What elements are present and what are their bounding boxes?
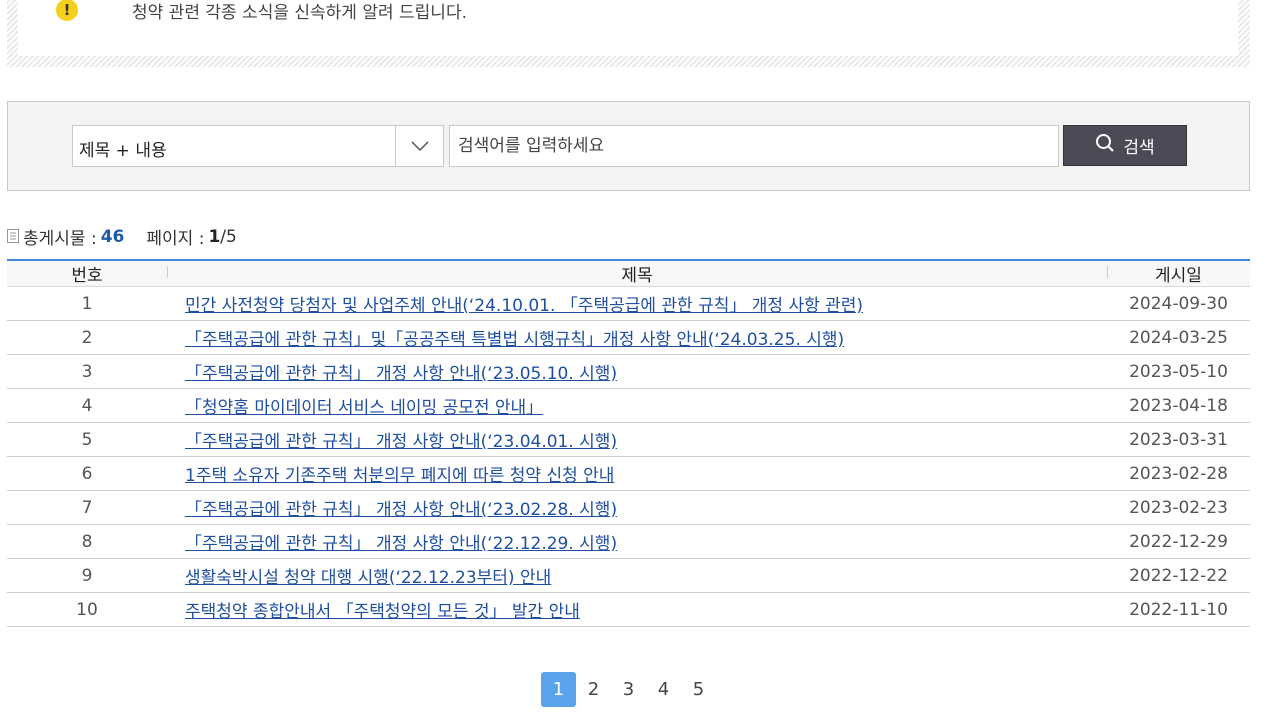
document-icon (7, 226, 23, 248)
table-row: 10 주택청약 종합안내서 「주택청약의 모든 것」 발간 안내 2022-11… (7, 592, 1250, 627)
row-title-link[interactable]: 1주택 소유자 기존주택 처분의무 폐지에 따른 청약 신청 안내 (185, 466, 614, 486)
notice-table: 번호 제목 게시일 1 민간 사전청약 당첨자 및 사업주체 안내(‘24.10… (7, 259, 1250, 627)
table-row: 9 생활숙박시설 청약 대행 시행(‘22.12.23부터) 안내 2022-1… (7, 558, 1250, 593)
row-title-link[interactable]: 생활숙박시설 청약 대행 시행(‘22.12.23부터) 안내 (185, 568, 551, 588)
row-title-link[interactable]: 민간 사전청약 당첨자 및 사업주체 안내(‘24.10.01. 「주택공급에 … (185, 296, 863, 316)
row-date: 2023-03-31 (1107, 422, 1250, 457)
row-num: 2 (7, 320, 167, 355)
row-date: 2023-04-18 (1107, 388, 1250, 423)
total-pages: /5 (220, 226, 237, 247)
row-title-link[interactable]: 「주택공급에 관한 규칙」 개정 사항 안내(‘23.04.01. 시행) (185, 432, 617, 452)
row-date: 2023-05-10 (1107, 354, 1250, 389)
row-num: 8 (7, 524, 167, 559)
row-date: 2023-02-28 (1107, 456, 1250, 491)
exclamation-icon: ! (56, 0, 78, 21)
notice-content: ! 청약 관련 각종 소식을 신속하게 알려 드립니다. (18, 0, 1238, 56)
page-link-1[interactable]: 1 (541, 672, 576, 707)
page-link-3[interactable]: 3 (611, 672, 646, 707)
table-row: 8 「주택공급에 관한 규칙」 개정 사항 안내(‘22.12.29. 시행) … (7, 524, 1250, 559)
page-link-4[interactable]: 4 (646, 672, 681, 707)
page-link-2[interactable]: 2 (576, 672, 611, 707)
row-date: 2023-02-23 (1107, 490, 1250, 525)
row-title-link[interactable]: 「주택공급에 관한 규칙」 개정 사항 안내(‘22.12.29. 시행) (185, 534, 617, 554)
table-row: 5 「주택공급에 관한 규칙」 개정 사항 안내(‘23.04.01. 시행) … (7, 422, 1250, 457)
table-row: 2 「주택공급에 관한 규칙」및「공공주택 특별법 시행규칙」개정 사항 안내(… (7, 320, 1250, 355)
row-title-link[interactable]: 「주택공급에 관한 규칙」 개정 사항 안내(‘23.02.28. 시행) (185, 500, 617, 520)
search-icon (1095, 133, 1115, 158)
row-title-link[interactable]: 「주택공급에 관한 규칙」 개정 사항 안내(‘23.05.10. 시행) (185, 364, 617, 384)
column-header-num: 번호 (7, 259, 167, 287)
chevron-down-icon[interactable] (395, 126, 443, 166)
row-date: 2022-12-22 (1107, 558, 1250, 593)
row-num: 9 (7, 558, 167, 593)
pagination: 1 2 3 4 5 (541, 672, 716, 707)
page-link-5[interactable]: 5 (681, 672, 716, 707)
row-date: 2022-12-29 (1107, 524, 1250, 559)
row-date: 2022-11-10 (1107, 592, 1250, 627)
row-num: 7 (7, 490, 167, 525)
search-input[interactable] (449, 125, 1059, 167)
column-header-date: 게시일 (1107, 259, 1250, 287)
total-label: 총게시물 : (23, 229, 97, 249)
row-num: 3 (7, 354, 167, 389)
table-header-row: 번호 제목 게시일 (7, 259, 1250, 287)
search-button[interactable]: 검색 (1063, 125, 1187, 166)
row-title-link[interactable]: 주택청약 종합안내서 「주택청약의 모든 것」 발간 안내 (185, 602, 580, 622)
column-header-title: 제목 (167, 259, 1107, 287)
row-date: 2024-03-25 (1107, 320, 1250, 355)
table-row: 7 「주택공급에 관한 규칙」 개정 사항 안내(‘23.02.28. 시행) … (7, 490, 1250, 525)
row-num: 4 (7, 388, 167, 423)
board-summary: 총게시물 : 46 페이지 : 1 /5 (7, 224, 237, 249)
table-row: 3 「주택공급에 관한 규칙」 개정 사항 안내(‘23.05.10. 시행) … (7, 354, 1250, 389)
current-page: 1 (208, 226, 221, 247)
row-num: 10 (7, 592, 167, 627)
row-date: 2024-09-30 (1107, 286, 1250, 321)
notice-banner: ! 청약 관련 각종 소식을 신속하게 알려 드립니다. (7, 0, 1250, 67)
total-count: 46 (100, 226, 125, 247)
table-row: 4 「청약홈 마이데이터 서비스 네이밍 공모전 안내」 2023-04-18 (7, 388, 1250, 423)
page-label: 페이지 : (146, 229, 205, 249)
row-title-link[interactable]: 「청약홈 마이데이터 서비스 네이밍 공모전 안내」 (185, 398, 543, 418)
row-num: 1 (7, 286, 167, 321)
notice-text: 청약 관련 각종 소식을 신속하게 알려 드립니다. (132, 3, 467, 23)
table-row: 1 민간 사전청약 당첨자 및 사업주체 안내(‘24.10.01. 「주택공급… (7, 286, 1250, 321)
row-title-link[interactable]: 「주택공급에 관한 규칙」및「공공주택 특별법 시행규칙」개정 사항 안내(‘2… (185, 330, 844, 350)
search-panel: 제목 + 내용 검색 (7, 101, 1250, 191)
row-num: 6 (7, 456, 167, 491)
search-type-select[interactable]: 제목 + 내용 (72, 125, 444, 167)
row-num: 5 (7, 422, 167, 457)
search-button-label: 검색 (1123, 138, 1155, 158)
table-row: 6 1주택 소유자 기존주택 처분의무 폐지에 따른 청약 신청 안내 2023… (7, 456, 1250, 491)
search-type-value: 제목 + 내용 (79, 141, 167, 161)
